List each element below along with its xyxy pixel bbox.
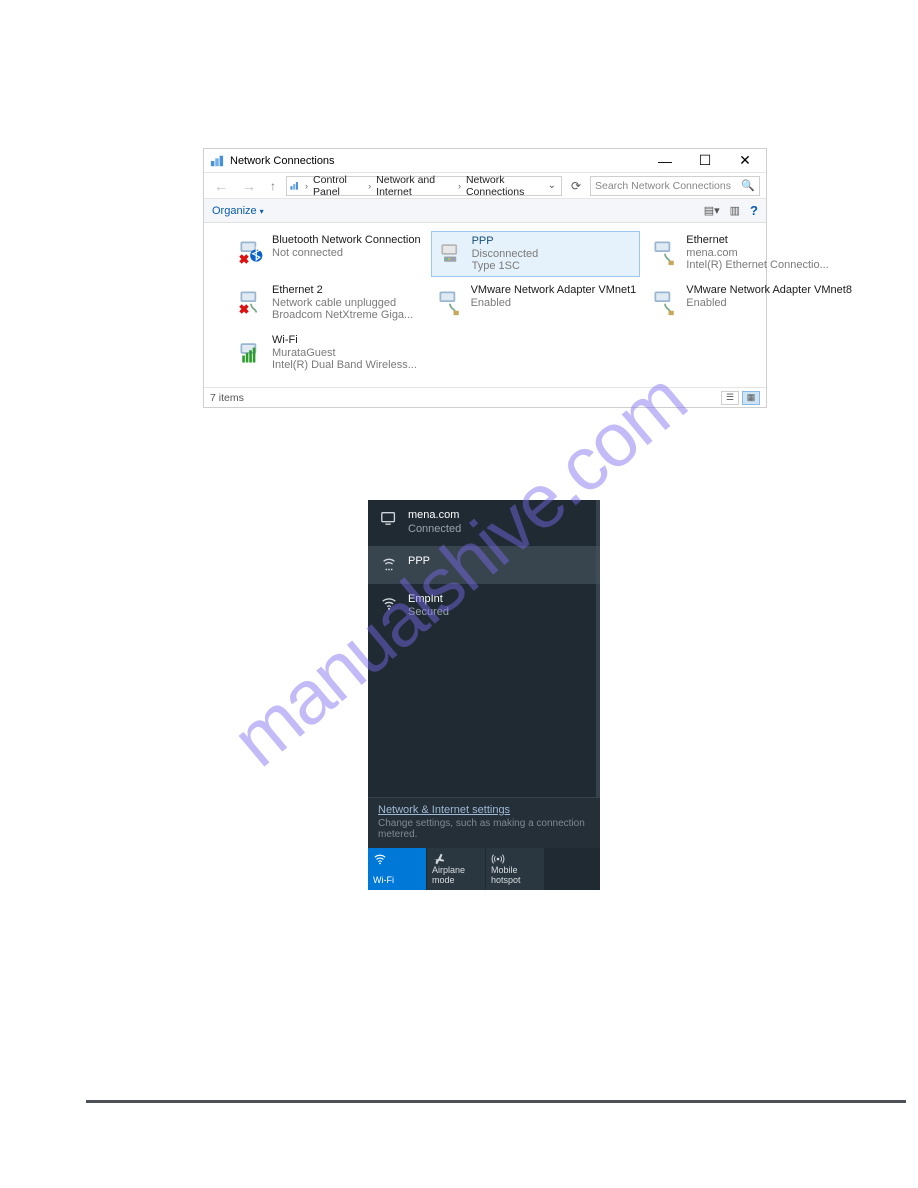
minimize-button[interactable]: — bbox=[648, 151, 682, 171]
page-divider bbox=[86, 1100, 906, 1103]
title-bar[interactable]: Network Connections — ☐ ✕ bbox=[204, 149, 766, 173]
help-button[interactable]: ? bbox=[750, 203, 758, 218]
connection-name: VMware Network Adapter VMnet8 bbox=[686, 284, 852, 297]
network-item[interactable]: mena.comConnected bbox=[368, 500, 600, 546]
details-view-button[interactable]: ☰ bbox=[721, 391, 739, 405]
breadcrumb[interactable]: Network and Internet bbox=[376, 174, 453, 198]
connection-item[interactable]: Ethernetmena.comIntel(R) Ethernet Connec… bbox=[646, 231, 856, 277]
refresh-button[interactable]: ⟳ bbox=[568, 179, 584, 193]
search-input[interactable]: Search Network Connections 🔍 bbox=[590, 176, 760, 196]
large-icons-view-button[interactable]: ▦ bbox=[742, 391, 760, 405]
connection-item[interactable]: VMware Network Adapter VMnet8Enabled bbox=[646, 281, 856, 327]
connection-status: MurataGuest bbox=[272, 347, 417, 360]
network-status: Connected bbox=[408, 523, 461, 537]
adapter-icon bbox=[436, 235, 466, 271]
chevron-right-icon: › bbox=[456, 181, 463, 191]
wifi-icon bbox=[380, 594, 398, 612]
network-settings-desc: Change settings, such as making a connec… bbox=[378, 818, 590, 840]
window-title: Network Connections bbox=[230, 155, 648, 167]
network-status: Secured bbox=[408, 606, 449, 620]
address-bar[interactable]: › Control Panel › Network and Internet ›… bbox=[286, 176, 562, 196]
status-bar: 7 items ☰ ▦ bbox=[204, 387, 766, 407]
connection-status: Enabled bbox=[686, 297, 852, 310]
connection-item[interactable]: PPPDisconnectedType 1SC bbox=[431, 231, 641, 277]
tile-label: Mobile hotspot bbox=[491, 866, 539, 886]
window-icon bbox=[210, 154, 224, 168]
network-name: mena.com bbox=[408, 509, 461, 523]
tile-label: Wi-Fi bbox=[373, 876, 421, 886]
maximize-button[interactable]: ☐ bbox=[688, 151, 722, 171]
close-button[interactable]: ✕ bbox=[728, 151, 762, 171]
connection-device: Broadcom NetXtreme Giga... bbox=[272, 309, 413, 322]
connection-item[interactable]: VMware Network Adapter VMnet1Enabled bbox=[431, 281, 641, 327]
status-text: 7 items bbox=[210, 392, 244, 404]
chevron-right-icon: › bbox=[303, 181, 310, 191]
back-button[interactable]: ← bbox=[210, 178, 232, 194]
address-icon bbox=[289, 179, 300, 193]
connection-item[interactable]: Ethernet 2Network cable unpluggedBroadco… bbox=[232, 281, 425, 327]
connection-name: Ethernet 2 bbox=[272, 284, 413, 297]
connection-status: mena.com bbox=[686, 247, 828, 260]
network-name: EmpInt bbox=[408, 593, 449, 607]
organize-button[interactable]: Organize▾ bbox=[212, 205, 264, 217]
adapter-icon bbox=[650, 284, 680, 320]
address-dropdown-icon[interactable]: ⌄ bbox=[548, 180, 559, 191]
quick-tile-mobile-hotspot[interactable]: Mobile hotspot bbox=[486, 848, 545, 890]
network-connections-window: Network Connections — ☐ ✕ ← → ↑ › Contro… bbox=[203, 148, 767, 408]
wifi-icon bbox=[373, 852, 387, 869]
adapter-icon bbox=[435, 284, 465, 320]
connection-name: Ethernet bbox=[686, 234, 828, 247]
connection-name: Wi-Fi bbox=[272, 334, 417, 347]
network-list: mena.comConnected PPP EmpIntSecured bbox=[368, 500, 600, 797]
quick-tile-wi-fi[interactable]: Wi-Fi bbox=[368, 848, 427, 890]
view-options-button[interactable]: ▤▾ bbox=[704, 204, 720, 217]
network-name: PPP bbox=[408, 555, 430, 569]
breadcrumb[interactable]: Control Panel bbox=[313, 174, 363, 198]
connections-grid: Bluetooth Network ConnectionNot connecte… bbox=[204, 223, 766, 381]
connection-status: Network cable unplugged bbox=[272, 297, 413, 310]
adapter-icon bbox=[236, 284, 266, 320]
network-flyout: mena.comConnected PPP EmpIntSecured Networ… bbox=[368, 500, 600, 890]
connection-status: Enabled bbox=[471, 297, 637, 310]
connection-device: Intel(R) Dual Band Wireless... bbox=[272, 359, 417, 372]
quick-tile-airplane-mode[interactable]: Airplane mode bbox=[427, 848, 486, 890]
network-item[interactable]: EmpIntSecured bbox=[368, 584, 600, 630]
plane-icon bbox=[432, 852, 446, 869]
connection-name: PPP bbox=[472, 235, 539, 248]
adapter-icon bbox=[236, 334, 266, 370]
monitor-icon bbox=[380, 510, 398, 528]
cell-icon bbox=[380, 556, 398, 574]
forward-button[interactable]: → bbox=[238, 178, 260, 194]
connection-name: VMware Network Adapter VMnet1 bbox=[471, 284, 637, 297]
search-icon: 🔍 bbox=[741, 179, 755, 192]
preview-pane-button[interactable]: ▥ bbox=[730, 204, 740, 217]
chevron-right-icon: › bbox=[366, 181, 373, 191]
up-button[interactable]: ↑ bbox=[266, 179, 280, 193]
search-placeholder: Search Network Connections bbox=[595, 180, 731, 192]
hotspot-icon bbox=[491, 852, 505, 869]
adapter-icon bbox=[650, 234, 680, 270]
connection-device: Type 1SC bbox=[472, 260, 539, 273]
adapter-icon bbox=[236, 234, 266, 270]
connection-status: Not connected bbox=[272, 247, 421, 260]
scrollbar[interactable] bbox=[596, 500, 600, 797]
connection-name: Bluetooth Network Connection bbox=[272, 234, 421, 247]
chevron-down-icon: ▾ bbox=[260, 207, 264, 216]
tile-label: Airplane mode bbox=[432, 866, 480, 886]
toolbar-row: Organize▾ ▤▾ ▥ ? bbox=[204, 199, 766, 223]
connection-item[interactable]: Wi-FiMurataGuestIntel(R) Dual Band Wirel… bbox=[232, 331, 425, 377]
quick-action-tiles: Wi-Fi Airplane mode Mobile hotspot bbox=[368, 848, 600, 890]
breadcrumb[interactable]: Network Connections bbox=[466, 174, 545, 198]
network-settings-section: Network & Internet settings Change setti… bbox=[368, 797, 600, 848]
connection-item[interactable]: Bluetooth Network ConnectionNot connecte… bbox=[232, 231, 425, 277]
network-settings-link[interactable]: Network & Internet settings bbox=[378, 804, 590, 816]
network-item[interactable]: PPP bbox=[368, 546, 600, 584]
connection-device: Intel(R) Ethernet Connectio... bbox=[686, 259, 828, 272]
nav-row: ← → ↑ › Control Panel › Network and Inte… bbox=[204, 173, 766, 199]
connection-status: Disconnected bbox=[472, 248, 539, 261]
